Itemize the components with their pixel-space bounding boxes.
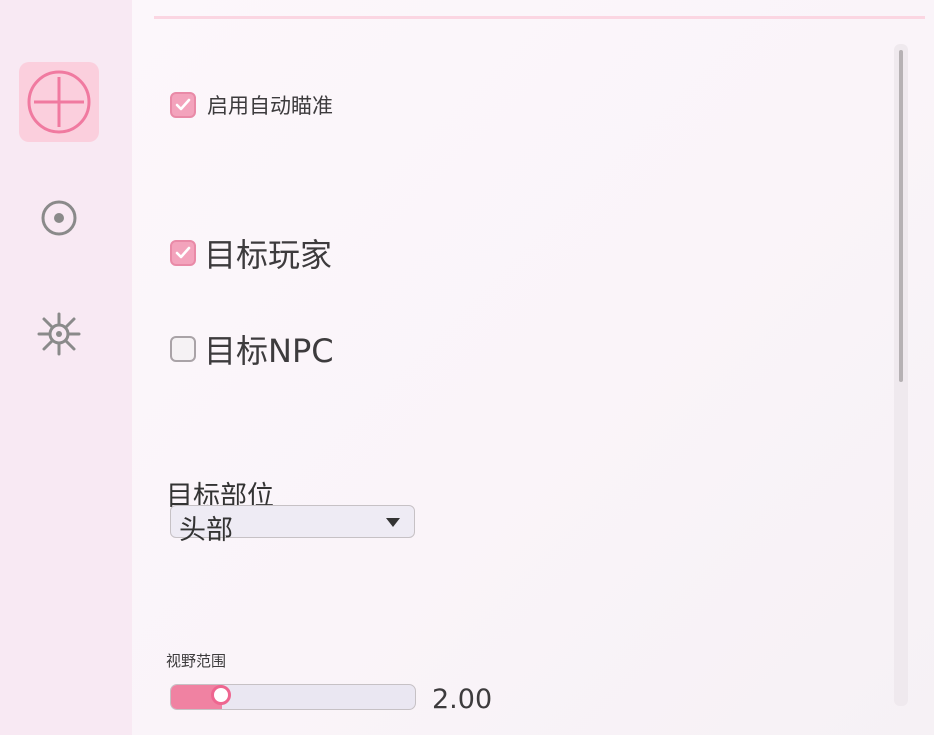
target-player-label: 目标玩家 <box>204 236 333 274</box>
fov-slider[interactable] <box>170 684 416 710</box>
fov-label: 视野范围 <box>166 652 227 670</box>
app-window: 启用自动瞄准 目标玩家 目标NPC 目标部位 头部 视野范围 2.00 <box>0 0 934 735</box>
checkmark-icon <box>175 98 191 111</box>
fov-value: 2.00 <box>432 684 493 715</box>
checkmark-icon <box>175 246 191 259</box>
dropdown-arrow-icon <box>386 518 400 527</box>
target-npc-row[interactable]: 目标NPC <box>170 326 334 372</box>
sidebar-item-effects[interactable] <box>19 294 99 374</box>
enable-aimbot-checkbox[interactable] <box>170 92 196 118</box>
header-divider <box>154 16 925 19</box>
enable-aimbot-label: 启用自动瞄准 <box>207 94 333 118</box>
target-npc-label: 目标NPC <box>204 332 334 370</box>
enable-aimbot-row[interactable]: 启用自动瞄准 <box>170 90 333 120</box>
crosshair-icon <box>27 70 91 134</box>
fov-slider-handle[interactable] <box>211 685 231 705</box>
target-part-value: 头部 <box>179 515 233 546</box>
scrollbar[interactable] <box>894 44 908 706</box>
target-player-row[interactable]: 目标玩家 <box>170 230 332 276</box>
target-dot-icon <box>41 200 77 236</box>
target-player-checkbox[interactable] <box>170 240 196 266</box>
target-part-select[interactable]: 头部 <box>170 505 415 546</box>
sidebar-item-target[interactable] <box>19 178 99 258</box>
sidebar <box>0 0 132 735</box>
target-npc-checkbox[interactable] <box>170 336 196 362</box>
scrollbar-thumb[interactable] <box>899 50 903 382</box>
burst-icon <box>37 312 81 356</box>
sidebar-item-aimbot[interactable] <box>19 62 99 142</box>
settings-panel: 启用自动瞄准 目标玩家 目标NPC 目标部位 头部 视野范围 2.00 <box>132 0 934 735</box>
